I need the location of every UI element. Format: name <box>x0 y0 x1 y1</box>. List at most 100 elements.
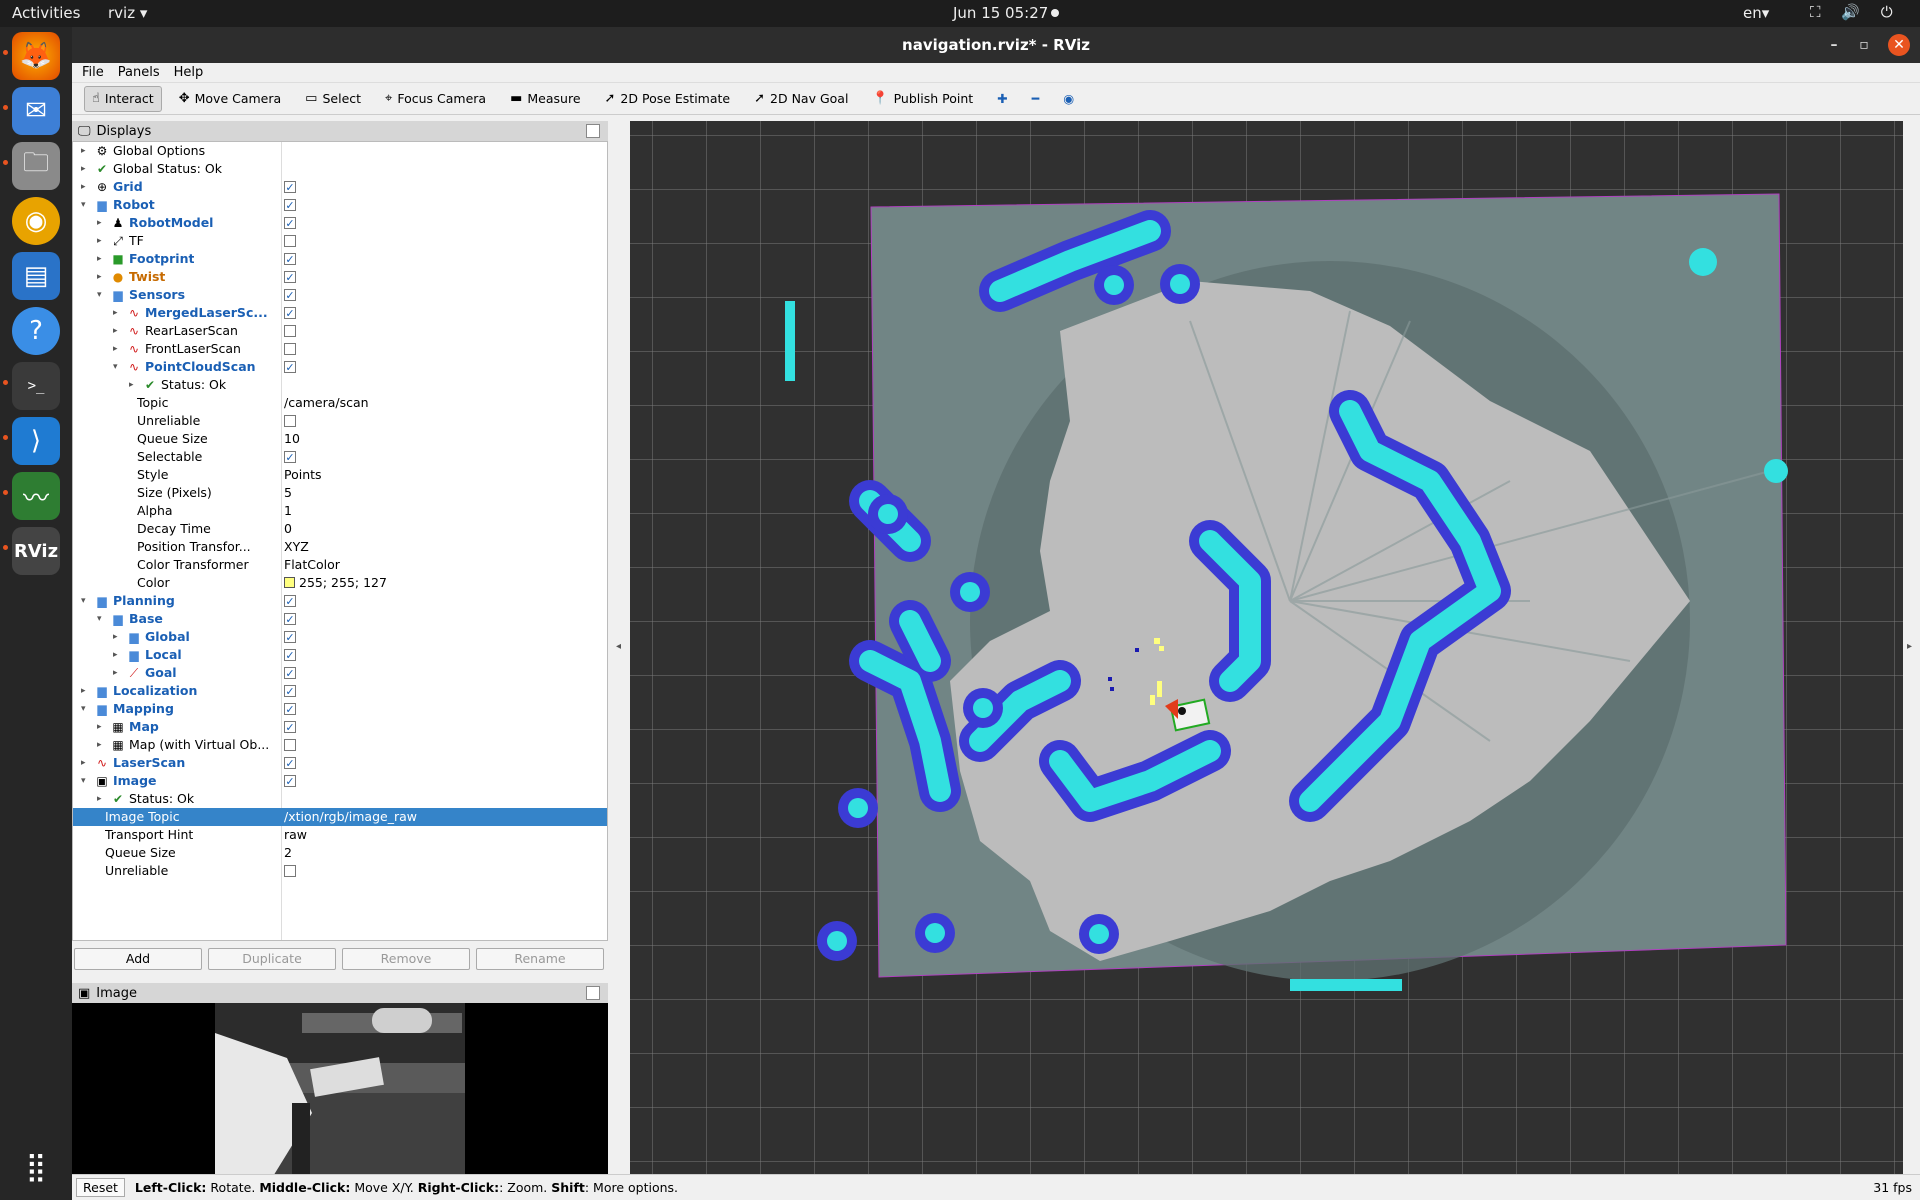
tree-row[interactable]: Alpha 1 <box>73 502 607 520</box>
tree-row[interactable]: ▾ ∿ PointCloudScan ✓ <box>73 358 607 376</box>
expand-arrow-icon[interactable]: ▸ <box>113 304 123 322</box>
tree-row[interactable]: ▸ ⤢ TF <box>73 232 607 250</box>
rviz-icon[interactable]: RViz <box>12 527 60 575</box>
maximize-button[interactable]: ▫ <box>1853 34 1875 56</box>
menu-help[interactable]: Help <box>174 65 204 80</box>
property-value[interactable]: raw <box>284 826 307 844</box>
collapse-left-icon[interactable]: ◂ <box>616 641 621 652</box>
panel-float-button[interactable] <box>586 124 600 138</box>
panel-float-button[interactable] <box>586 986 600 1000</box>
tree-row[interactable]: Selectable ✓ <box>73 448 607 466</box>
expand-arrow-icon[interactable]: ▸ <box>97 736 107 754</box>
tree-row[interactable]: ▸ ⊕ Grid ✓ <box>73 178 607 196</box>
thunderbird-icon[interactable]: ✉ <box>12 87 60 135</box>
tree-row[interactable]: ▸ ⟋ Goal ✓ <box>73 664 607 682</box>
expand-arrow-icon[interactable]: ▾ <box>81 592 91 610</box>
expand-arrow-icon[interactable]: ▾ <box>81 772 91 790</box>
tree-row[interactable]: Size (Pixels) 5 <box>73 484 607 502</box>
tree-row[interactable]: ▾ ▆ Planning ✓ <box>73 592 607 610</box>
eye-icon[interactable]: ◉ <box>1056 86 1081 112</box>
tool-interact[interactable]: ☝ Interact <box>84 85 162 112</box>
close-button[interactable]: ✕ <box>1888 34 1910 56</box>
collapse-right-icon[interactable]: ▸ <box>1907 641 1912 652</box>
remove-button[interactable]: Remove <box>342 948 470 970</box>
tree-row[interactable]: Unreliable <box>73 412 607 430</box>
language-selector[interactable]: en▾ <box>1743 4 1769 22</box>
enabled-checkbox[interactable]: ✓ <box>284 775 296 787</box>
expand-arrow-icon[interactable]: ▸ <box>129 376 139 394</box>
writer-icon[interactable]: ▤ <box>12 252 60 300</box>
tree-row[interactable]: ▸ ✔ Status: Ok <box>73 790 607 808</box>
firefox-icon[interactable]: 🦊 <box>12 32 60 80</box>
property-value[interactable]: 2 <box>284 844 292 862</box>
tree-row[interactable]: Color Transformer FlatColor <box>73 556 607 574</box>
tree-row[interactable]: ▸ ∿ LaserScan ✓ <box>73 754 607 772</box>
expand-arrow-icon[interactable]: ▸ <box>113 646 123 664</box>
left-splitter[interactable]: ◂ <box>608 121 630 1174</box>
property-value[interactable]: 255; 255; 127 <box>284 574 387 592</box>
enabled-checkbox[interactable]: ✓ <box>284 199 296 211</box>
expand-arrow-icon[interactable]: ▸ <box>81 178 91 196</box>
tool-measure[interactable]: ▬ Measure <box>503 86 587 112</box>
tool-focus-camera[interactable]: ⌖ Focus Camera <box>378 86 493 112</box>
expand-arrow-icon[interactable]: ▸ <box>81 682 91 700</box>
menu-file[interactable]: File <box>82 65 104 80</box>
tree-row[interactable]: Position Transfor... XYZ <box>73 538 607 556</box>
enabled-checkbox[interactable]: ✓ <box>284 613 296 625</box>
tree-row[interactable]: Queue Size 2 <box>73 844 607 862</box>
app-menu[interactable]: rviz ▾ <box>108 4 147 22</box>
enabled-checkbox[interactable] <box>284 415 296 427</box>
tree-row[interactable]: Color 255; 255; 127 <box>73 574 607 592</box>
enabled-checkbox[interactable]: ✓ <box>284 361 296 373</box>
expand-arrow-icon[interactable]: ▸ <box>97 232 107 250</box>
property-value[interactable]: 1 <box>284 502 292 520</box>
system-monitor-icon[interactable]: 〰 <box>12 472 60 520</box>
tree-row[interactable]: ▸ ■ Footprint ✓ <box>73 250 607 268</box>
tree-row[interactable]: ▾ ▆ Base ✓ <box>73 610 607 628</box>
clock[interactable]: Jun 15 05:27 <box>953 4 1048 22</box>
expand-arrow-icon[interactable]: ▸ <box>97 790 107 808</box>
camera-image-view[interactable] <box>72 1003 608 1178</box>
expand-arrow-icon[interactable]: ▸ <box>113 628 123 646</box>
rhythmbox-icon[interactable]: ◉ <box>12 197 60 245</box>
property-value[interactable]: /camera/scan <box>284 394 369 412</box>
tool-move-camera[interactable]: ✥ Move Camera <box>172 86 288 112</box>
reset-button[interactable]: Reset <box>76 1178 125 1197</box>
enabled-checkbox[interactable]: ✓ <box>284 181 296 193</box>
tree-row[interactable]: ▸ ∿ FrontLaserScan <box>73 340 607 358</box>
terminal-icon[interactable]: >_ <box>12 362 60 410</box>
tree-row[interactable]: ▸ ▦ Map (with Virtual Ob... <box>73 736 607 754</box>
vscode-icon[interactable]: ⟩ <box>12 417 60 465</box>
tree-row[interactable]: ▸ ∿ RearLaserScan <box>73 322 607 340</box>
enabled-checkbox[interactable]: ✓ <box>284 685 296 697</box>
enabled-checkbox[interactable] <box>284 865 296 877</box>
property-value[interactable]: 10 <box>284 430 300 448</box>
tree-row[interactable]: ▸ ● Twist ✓ <box>73 268 607 286</box>
tree-row[interactable]: ▸ ✔ Global Status: Ok <box>73 160 607 178</box>
duplicate-button[interactable]: Duplicate <box>208 948 336 970</box>
tree-row[interactable]: ▾ ▆ Sensors ✓ <box>73 286 607 304</box>
expand-arrow-icon[interactable]: ▾ <box>81 196 91 214</box>
minimize-button[interactable]: – <box>1823 34 1845 56</box>
enabled-checkbox[interactable]: ✓ <box>284 703 296 715</box>
activities-button[interactable]: Activities <box>12 4 80 22</box>
tree-row[interactable]: ▸ ▦ Map ✓ <box>73 718 607 736</box>
enabled-checkbox[interactable]: ✓ <box>284 595 296 607</box>
add-button[interactable]: Add <box>74 948 202 970</box>
tree-row[interactable]: Style Points <box>73 466 607 484</box>
tool-2d-nav-goal[interactable]: ➚ 2D Nav Goal <box>747 86 855 112</box>
expand-arrow-icon[interactable]: ▸ <box>97 718 107 736</box>
enabled-checkbox[interactable] <box>284 343 296 355</box>
3d-view[interactable] <box>630 121 1903 1174</box>
expand-arrow-icon[interactable]: ▸ <box>97 268 107 286</box>
right-splitter[interactable]: ▸ <box>1903 121 1920 1174</box>
expand-arrow-icon[interactable]: ▸ <box>81 754 91 772</box>
enabled-checkbox[interactable]: ✓ <box>284 451 296 463</box>
tree-row[interactable]: ▸ ▆ Global ✓ <box>73 628 607 646</box>
expand-arrow-icon[interactable]: ▾ <box>97 610 107 628</box>
expand-arrow-icon[interactable]: ▾ <box>97 286 107 304</box>
tree-row[interactable]: ▸ ▆ Localization ✓ <box>73 682 607 700</box>
property-value[interactable]: /xtion/rgb/image_raw <box>284 808 417 826</box>
tree-row[interactable]: Transport Hint raw <box>73 826 607 844</box>
files-icon[interactable]: 🗀 <box>12 142 60 190</box>
